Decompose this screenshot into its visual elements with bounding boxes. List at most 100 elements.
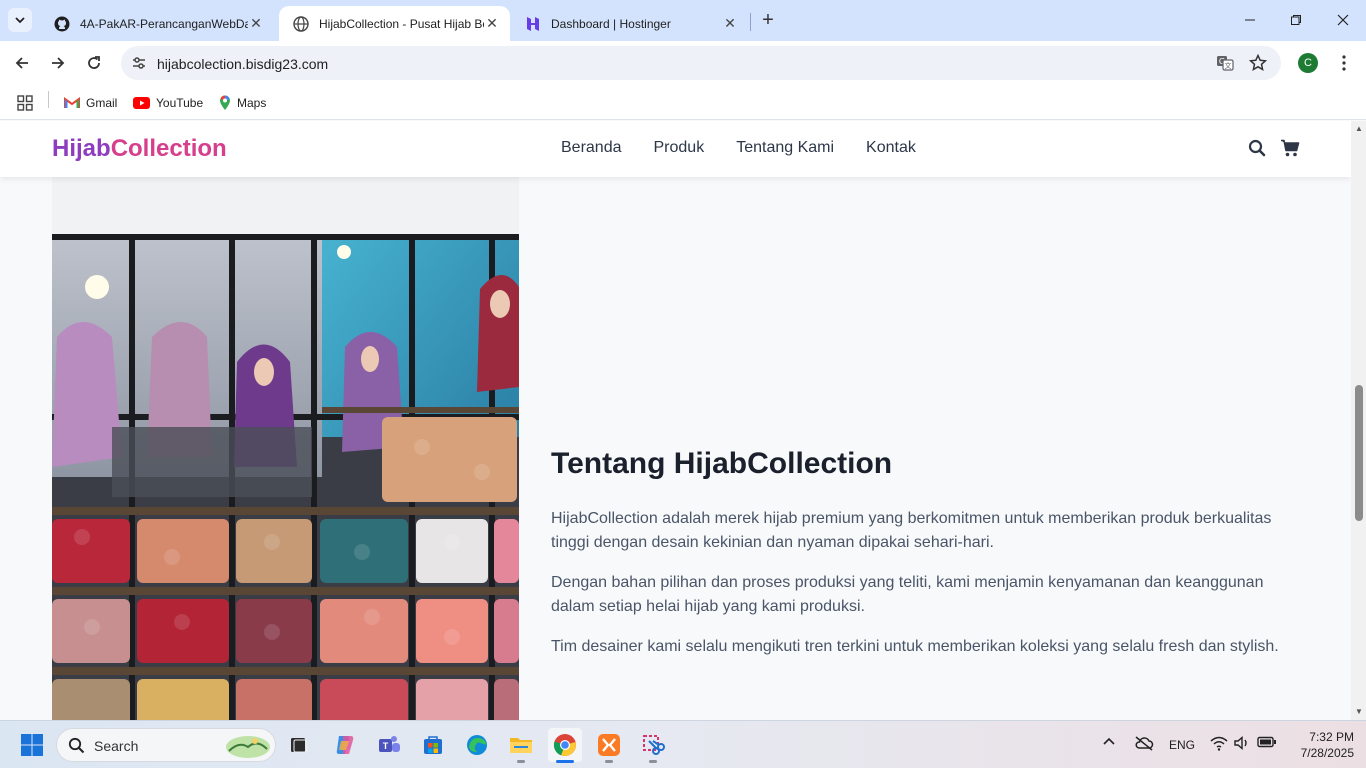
site-header: HijabCollection Beranda Produk Tentang K… — [0, 121, 1351, 177]
about-section: Tentang HijabCollection HijabCollection … — [551, 447, 1291, 675]
taskbar-file-explorer[interactable] — [504, 728, 538, 762]
bookmark-maps[interactable]: Maps — [219, 92, 266, 114]
start-button[interactable] — [15, 728, 49, 762]
taskbar-snipping-tool[interactable] — [636, 728, 670, 762]
tab-search-button[interactable] — [8, 8, 32, 32]
restore-button[interactable] — [1273, 0, 1319, 40]
volume-status[interactable] — [1233, 735, 1251, 754]
tab-github[interactable]: 4A-PakAR-PerancanganWebDa ✕ — [40, 6, 274, 41]
folder-icon — [510, 738, 532, 753]
tab-title: Dashboard | Hostinger — [551, 16, 671, 31]
show-hidden-icons-button[interactable] — [1102, 735, 1116, 752]
clock-time: 7:32 PM — [1309, 730, 1354, 744]
nav-beranda[interactable]: Beranda — [561, 139, 622, 157]
cart-icon[interactable] — [1280, 138, 1300, 158]
search-highlight-icon — [226, 736, 270, 758]
about-heading: Tentang HijabCollection — [551, 447, 893, 480]
tab-divider — [750, 13, 751, 31]
search-icon[interactable] — [1247, 138, 1267, 158]
site-logo[interactable]: HijabCollection — [52, 135, 227, 163]
taskbar-xampp[interactable] — [592, 728, 626, 762]
taskbar-teams[interactable]: T — [372, 728, 406, 762]
running-indicator — [605, 760, 613, 763]
hostinger-icon — [527, 16, 539, 31]
bookmark-star-icon[interactable] — [1248, 53, 1268, 73]
cloud-offline-icon — [1135, 736, 1154, 751]
youtube-icon — [133, 97, 150, 109]
window-close-button[interactable] — [1320, 0, 1366, 40]
tab-title: 4A-PakAR-PerancanganWebDa — [80, 16, 248, 31]
tab-hijabcollection[interactable]: HijabCollection - Pusat Hijab Be ✕ — [279, 6, 510, 41]
taskbar-store[interactable] — [416, 728, 450, 762]
tab-hostinger[interactable]: Dashboard | Hostinger ✕ — [511, 6, 748, 41]
logo-part-hijab: Hijab — [52, 135, 111, 162]
wifi-status[interactable] — [1210, 735, 1228, 754]
globe-icon — [293, 15, 309, 32]
about-store-photo — [52, 177, 519, 720]
about-paragraph: HijabCollection adalah merek hijab premi… — [551, 510, 1272, 551]
battery-icon — [1257, 736, 1276, 748]
apps-button[interactable] — [17, 92, 33, 114]
svg-text:T: T — [383, 741, 389, 751]
xampp-icon — [598, 734, 620, 756]
minimize-button[interactable] — [1227, 0, 1273, 40]
reload-button[interactable] — [80, 49, 108, 77]
about-paragraph: Dengan bahan pilihan dan proses produksi… — [551, 574, 1264, 615]
reload-icon — [88, 56, 100, 69]
taskbar-clock[interactable]: 7:32 PM 7/28/2025 — [1284, 729, 1354, 761]
new-tab-button[interactable]: + — [757, 9, 779, 31]
chrome-icon — [553, 734, 576, 757]
task-view-button[interactable] — [282, 728, 316, 762]
volume-icon — [1234, 735, 1247, 751]
taskbar-chrome[interactable] — [548, 728, 582, 762]
nav-tentang-kami[interactable]: Tentang Kami — [736, 139, 834, 157]
translate-icon[interactable]: G文 — [1215, 53, 1235, 73]
task-view-icon — [291, 738, 308, 753]
site-info-icon[interactable] — [129, 53, 149, 73]
chevron-up-icon — [1103, 737, 1115, 745]
close-icon[interactable]: ✕ — [248, 15, 264, 32]
language-indicator[interactable]: ENG — [1169, 738, 1195, 752]
battery-status[interactable] — [1257, 735, 1277, 752]
clock-date: 7/28/2025 — [1300, 746, 1354, 760]
main-nav: Beranda Produk Tentang Kami Kontak — [561, 139, 916, 157]
profile-avatar[interactable]: C — [1298, 53, 1318, 73]
active-indicator — [556, 760, 574, 763]
onedrive-status[interactable] — [1134, 735, 1154, 754]
forward-button[interactable] — [44, 49, 72, 77]
search-icon — [68, 737, 85, 754]
nav-produk[interactable]: Produk — [654, 139, 705, 157]
taskbar-search[interactable]: Search — [56, 728, 276, 762]
edge-icon — [467, 735, 487, 755]
wifi-icon — [1210, 736, 1228, 751]
bookmark-youtube[interactable]: YouTube — [133, 92, 203, 114]
bookmarks-bar: Gmail YouTube Maps — [0, 86, 1366, 120]
minimize-icon — [1245, 19, 1255, 21]
chevron-down-icon — [15, 17, 25, 24]
address-bar[interactable]: hijabcolection.bisdig23.com G文 — [121, 46, 1281, 80]
taskbar-copilot[interactable] — [328, 728, 362, 762]
svg-text:文: 文 — [1225, 61, 1232, 70]
bookmark-label: Maps — [237, 96, 267, 110]
browser-menu-button[interactable] — [1334, 51, 1354, 75]
scroll-down-arrow[interactable]: ▼ — [1355, 708, 1363, 716]
taskbar-edge[interactable] — [460, 728, 494, 762]
page-viewport: HijabCollection Beranda Produk Tentang K… — [0, 121, 1351, 720]
close-icon[interactable]: ✕ — [484, 15, 500, 32]
browser-tabstrip: 4A-PakAR-PerancanganWebDa ✕ HijabCollect… — [0, 0, 1366, 41]
page-scrollbar[interactable]: ▲ ▼ — [1351, 121, 1366, 720]
gmail-icon — [64, 97, 80, 108]
nav-kontak[interactable]: Kontak — [866, 139, 916, 157]
close-icon[interactable]: ✕ — [722, 15, 738, 32]
taskbar-search-label: Search — [94, 738, 139, 754]
browser-toolbar: hijabcolection.bisdig23.com G文 C — [0, 41, 1366, 86]
bookmark-gmail[interactable]: Gmail — [64, 92, 117, 114]
close-icon — [1337, 14, 1349, 26]
bookmarks-divider — [48, 91, 49, 108]
url-text[interactable]: hijabcolection.bisdig23.com — [157, 56, 328, 72]
scroll-up-arrow[interactable]: ▲ — [1355, 125, 1363, 133]
maps-icon — [220, 95, 230, 110]
more-vertical-icon — [1342, 55, 1346, 71]
scroll-thumb[interactable] — [1355, 385, 1363, 521]
back-button[interactable] — [8, 49, 36, 77]
